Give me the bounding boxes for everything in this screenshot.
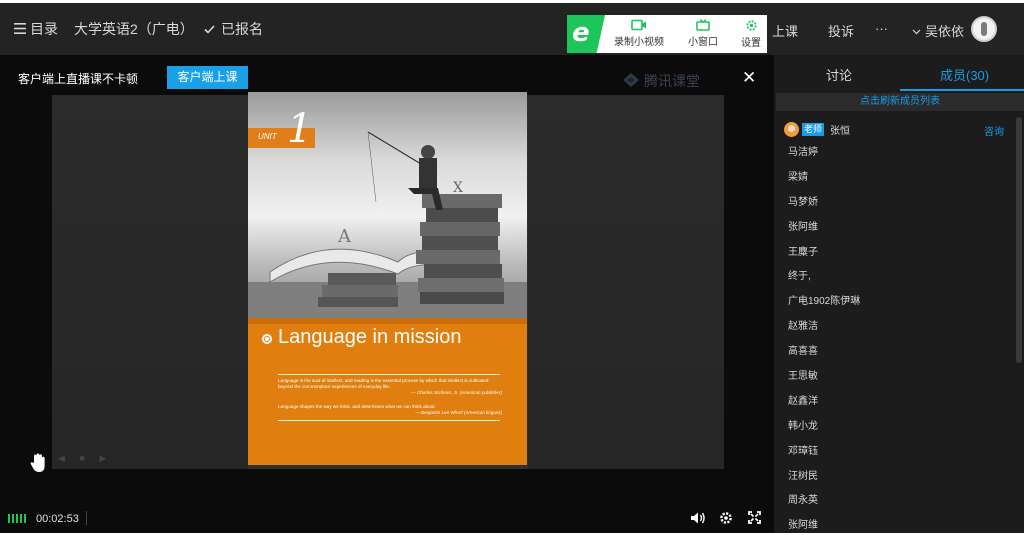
mini-window-label: 小窗口 — [688, 37, 718, 48]
tab-members[interactable]: 成员(30) — [940, 65, 989, 84]
record-video-label: 录制小视频 — [614, 37, 664, 48]
catalog-menu-button[interactable]: 目录 — [14, 19, 58, 39]
panel-divider — [248, 318, 527, 324]
catalog-label: 目录 — [30, 21, 58, 37]
more-button[interactable]: ··· — [875, 21, 888, 36]
live-toolbox: e 录制小视频 小窗口 设置 — [567, 15, 767, 53]
bullet-icon — [262, 334, 272, 344]
user-menu[interactable]: 吴依依 — [912, 21, 964, 40]
list-item: 王思敏 — [788, 371, 818, 383]
player-control-bar: 00:02:53 — [0, 503, 774, 533]
tab-discussion[interactable]: 讨论 — [826, 65, 852, 84]
list-item: 梁婧 — [788, 171, 808, 183]
unit-label: UNIT — [258, 132, 277, 141]
quote-1-text: Language is the soul of intellect, and r… — [278, 378, 489, 389]
active-tab-indicator — [900, 89, 1024, 91]
top-header: 目录 大学英语2（广电） 已报名 e 录制小视频 小窗口 设置 上课 投诉 ··… — [0, 3, 1024, 55]
quote-1-source: — Charles Scribner, Jr. (American publis… — [411, 390, 502, 395]
signal-icon — [8, 514, 26, 523]
course-title: 大学英语2（广电） — [74, 21, 194, 37]
list-item: 张阿维 — [788, 520, 818, 532]
mini-window-button[interactable]: 小窗口 — [681, 19, 725, 48]
teacher-badge: 老师 — [802, 122, 825, 136]
list-item: 赵雅洁 — [788, 321, 818, 333]
enrolled-status: 已报名 — [204, 19, 263, 39]
fullscreen-icon[interactable] — [748, 511, 761, 527]
settings-label: 设置 — [741, 38, 761, 49]
quote-2-text: Language shapes the way we think, and de… — [278, 404, 436, 409]
teacher-name: 张恒 — [830, 125, 851, 137]
consult-button[interactable]: 咨询 — [984, 123, 1004, 138]
enrolled-label: 已报名 — [221, 21, 263, 37]
member-list: 马洁婷 梁婧 马梦娇 张阿维 王麋子 终于, 广电1902陈伊琳 赵雅洁 高喜喜… — [788, 146, 860, 535]
slide: A X UNIT 1 Language in mission Language … — [248, 92, 527, 465]
quote-rule-bottom — [278, 420, 500, 421]
list-item: 王麋子 — [788, 246, 818, 258]
list-item: 邓璋钰 — [788, 445, 818, 457]
e-logo: e — [567, 15, 605, 53]
raise-hand-icon — [30, 453, 48, 476]
list-item: 马洁婷 — [788, 147, 818, 158]
chevron-down-icon — [912, 23, 925, 38]
elapsed-time: 00:02:53 — [36, 513, 79, 525]
video-settings-icon[interactable] — [719, 511, 733, 528]
tencent-watermark: 腾讯课堂 — [622, 71, 700, 91]
volume-icon[interactable] — [690, 511, 706, 528]
teacher-avatar — [784, 121, 799, 137]
quote-2-source: — Benjamin Lee Whorf (American linguist) — [415, 410, 502, 415]
app-window: 目录 大学英语2（广电） 已报名 e 录制小视频 小窗口 设置 上课 投诉 ··… — [0, 3, 1024, 533]
go-class-button[interactable]: 上课 — [772, 21, 798, 40]
list-item: 赵鑫洋 — [788, 395, 818, 407]
close-notice-button[interactable]: ✕ — [742, 68, 756, 88]
svg-text:A: A — [337, 226, 352, 247]
list-item: 终于, — [788, 271, 811, 283]
unit-number: 1 — [287, 106, 313, 152]
tv-icon — [681, 19, 725, 31]
slide-controls: ◀ ■ ▶ — [58, 453, 113, 463]
settings-button[interactable]: 设置 — [735, 19, 767, 49]
quote-1: Language is the soul of intellect, and r… — [278, 378, 502, 396]
list-item: 汪树民 — [788, 470, 818, 482]
video-player[interactable]: 客户端上直播课不卡顿 客户端上课 腾讯课堂 ✕ A X UNIT 1 Langu… — [0, 55, 774, 533]
list-item: 张阿维 — [788, 221, 818, 233]
video-record-icon — [612, 19, 666, 31]
member-list-scrollbar[interactable] — [1016, 117, 1022, 363]
quote-rule-top — [278, 374, 500, 375]
svg-text:X: X — [453, 180, 463, 196]
members-sidebar: 讨论 成员(30) 点击刷新成员列表 老师 张恒 咨询 马洁婷 梁婧 马梦娇 张… — [776, 55, 1024, 533]
client-notice: 客户端上直播课不卡顿 — [18, 72, 139, 86]
tencent-classroom-logo-icon — [622, 72, 644, 91]
refresh-members-button[interactable]: 点击刷新成员列表 — [776, 93, 1024, 111]
watermark-text: 腾讯课堂 — [644, 73, 700, 89]
list-item: 韩小龙 — [788, 420, 818, 432]
raise-hand-button[interactable] — [30, 453, 48, 476]
list-item: 周永英 — [788, 495, 818, 507]
slide-title: Language in mission — [278, 326, 462, 348]
list-item: 马梦娇 — [788, 196, 818, 208]
divider — [86, 511, 87, 525]
complain-button[interactable]: 投诉 — [828, 21, 854, 40]
teacher-row: 老师 张恒 — [784, 121, 850, 137]
check-icon — [204, 21, 221, 37]
gear-icon — [735, 19, 767, 32]
menu-icon — [14, 21, 30, 37]
list-item: 高喜喜 — [788, 346, 818, 358]
list-item: 广电1902陈伊琳 — [788, 296, 861, 308]
client-class-button[interactable]: 客户端上课 — [167, 66, 248, 89]
quote-2: Language shapes the way we think, and de… — [278, 404, 502, 416]
record-video-button[interactable]: 录制小视频 — [612, 19, 666, 48]
avatar[interactable] — [971, 16, 997, 42]
username: 吴依依 — [925, 24, 965, 39]
slide-title-panel: Language in mission Language is the soul… — [248, 318, 527, 465]
